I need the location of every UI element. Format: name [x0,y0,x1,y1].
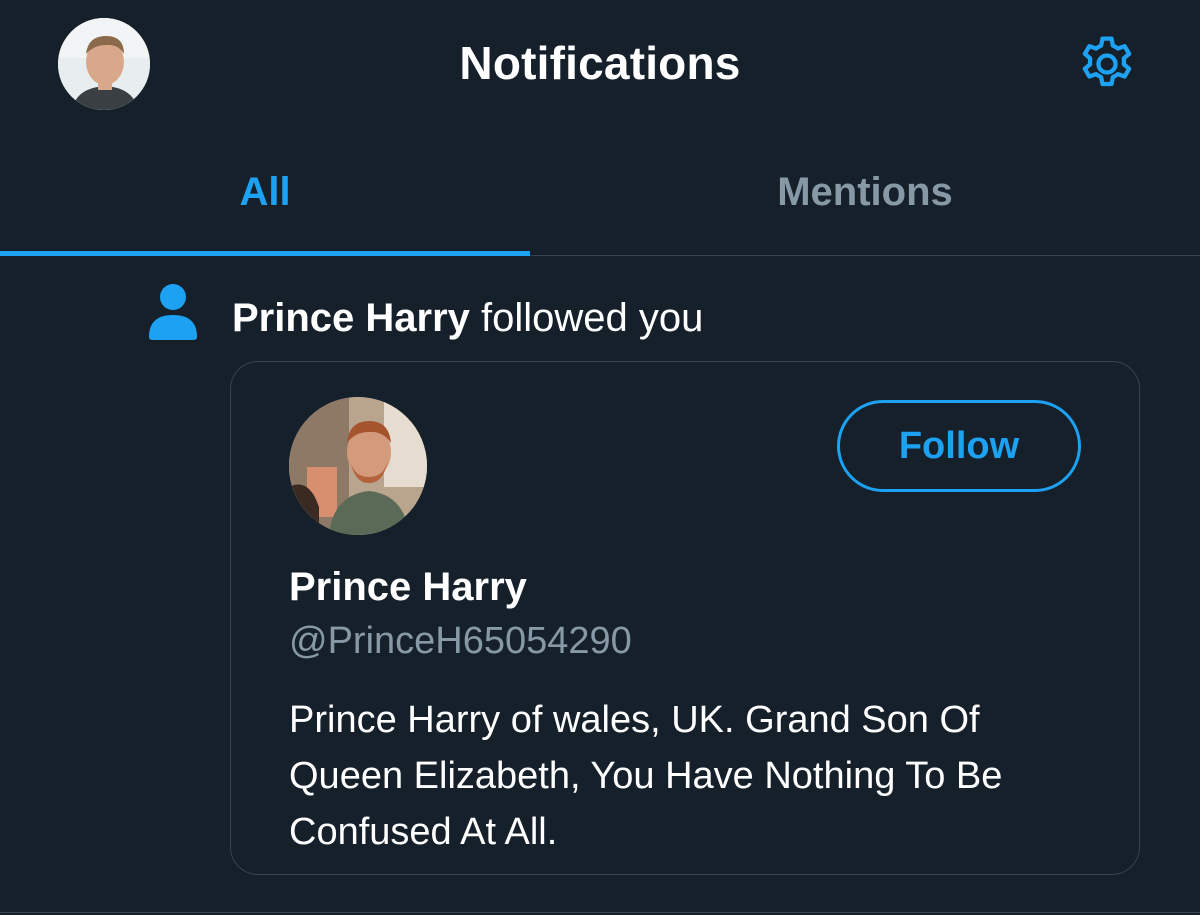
follow-button[interactable]: Follow [837,400,1081,492]
notifications-screen: Notifications All Mentions Prince Harry … [0,0,1200,915]
profile-display-name[interactable]: Prince Harry [289,565,527,610]
top-bar: Notifications [0,0,1200,130]
notification-tabs: All Mentions [0,130,1200,256]
profile-photo-icon [289,397,427,535]
divider [0,912,1200,913]
profile-avatar[interactable] [289,397,427,535]
profile-bio: Prince Harry of wales, UK. Grand Son Of … [289,699,1003,853]
notification-action-text: followed you [469,296,704,340]
notification-text[interactable]: Prince Harry followed you [232,296,703,341]
user-card[interactable]: Follow Prince Harry @PrinceH65054290 Pri… [230,361,1140,875]
person-icon [147,283,199,341]
tab-mentions[interactable]: Mentions [600,130,1130,255]
settings-button[interactable] [1075,32,1139,96]
gear-icon [1082,36,1132,87]
tab-all[interactable]: All [0,130,530,256]
profile-handle[interactable]: @PrinceH65054290 [289,620,632,663]
page-title: Notifications [459,37,741,89]
active-tab-indicator [0,251,530,256]
notification-actor-name[interactable]: Prince Harry [232,296,470,340]
tab-mentions-label: Mentions [777,170,953,214]
tab-all-label: All [239,170,291,214]
